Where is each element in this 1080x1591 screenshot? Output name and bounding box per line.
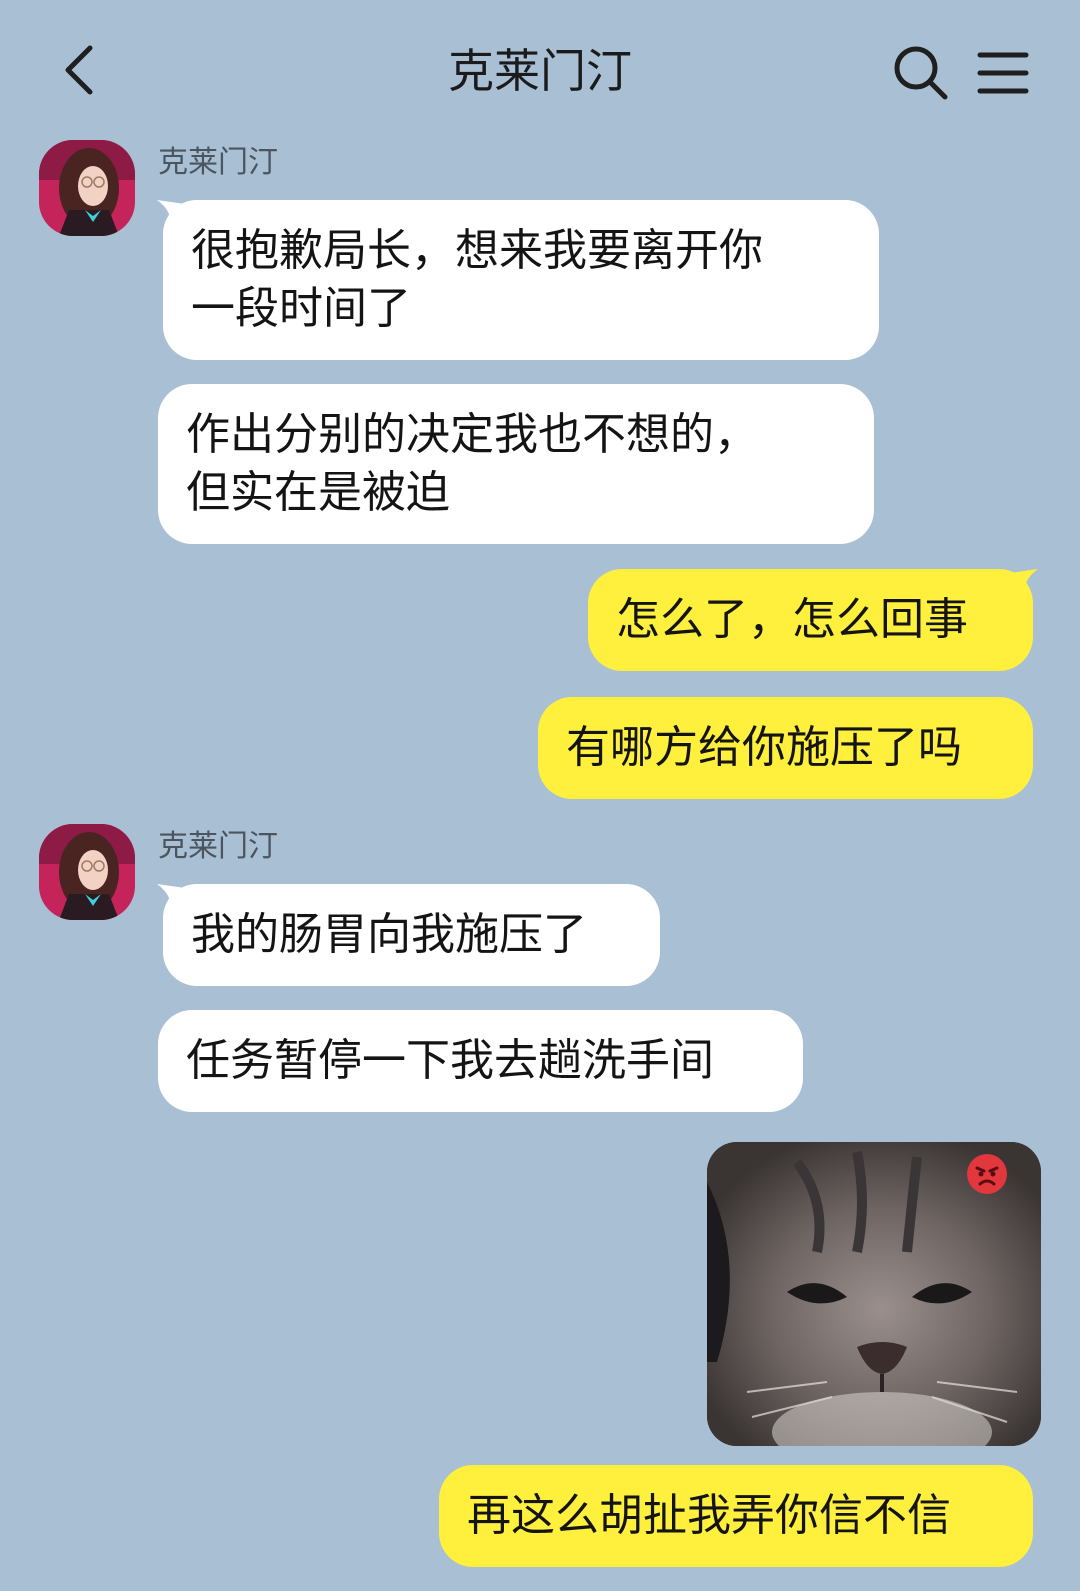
incoming-message-bubble[interactable]: 我的肠胃向我施压了: [163, 884, 660, 986]
hamburger-menu-icon: [977, 52, 1029, 94]
outgoing-message-bubble[interactable]: 有哪方给你施压了吗: [538, 697, 1033, 799]
message-text-line: 一段时间了: [191, 283, 411, 334]
message-text-line: 有哪方给你施压了吗: [566, 722, 962, 773]
sender-name: 克莱门汀: [158, 145, 278, 180]
message-text-line: 作出分别的决定我也不想的，: [186, 409, 758, 460]
menu-button[interactable]: [970, 40, 1036, 106]
incoming-message-bubble[interactable]: 任务暂停一下我去趟洗手间: [158, 1010, 803, 1112]
avatar[interactable]: [39, 140, 135, 236]
chat-header: 克莱门汀: [0, 0, 1080, 140]
message-text-line: 但实在是被迫: [186, 467, 450, 518]
message-text-line: 很抱歉局长，想来我要离开你: [191, 225, 763, 276]
outgoing-message-bubble[interactable]: 再这么胡扯我弄你信不信: [439, 1465, 1033, 1567]
message-text-line: 再这么胡扯我弄你信不信: [467, 1490, 951, 1541]
avatar[interactable]: [39, 824, 135, 920]
search-button[interactable]: [888, 40, 954, 106]
angry-face-emoji-icon: [967, 1154, 1007, 1194]
message-text-line: 任务暂停一下我去趟洗手间: [186, 1035, 714, 1086]
incoming-message-bubble[interactable]: 很抱歉局长，想来我要离开你 一段时间了: [163, 200, 879, 360]
angry-kitten-sticker[interactable]: [707, 1142, 1041, 1446]
search-icon: [894, 46, 948, 100]
message-text-line: 怎么了，怎么回事: [616, 594, 968, 645]
outgoing-message-bubble[interactable]: 怎么了，怎么回事: [588, 569, 1033, 671]
incoming-message-bubble[interactable]: 作出分别的决定我也不想的， 但实在是被迫: [158, 384, 874, 544]
sender-name: 克莱门汀: [158, 829, 278, 864]
message-text-line: 我的肠胃向我施压了: [191, 909, 587, 960]
